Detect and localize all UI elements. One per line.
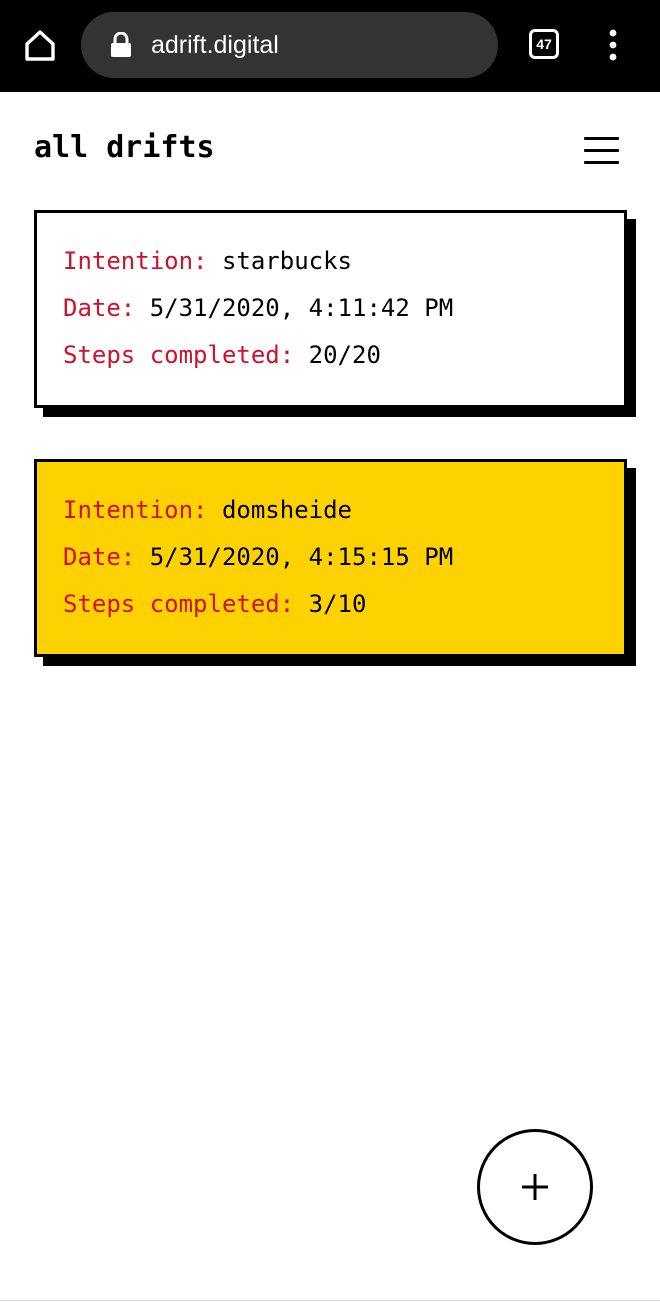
- lock-icon: [111, 32, 131, 57]
- date-value: 5/31/2020, 4:11:42 PM: [149, 294, 454, 322]
- hamburger-line: [584, 161, 619, 164]
- hamburger-line: [584, 149, 619, 152]
- drift-card[interactable]: Intention: domsheide Date: 5/31/2020, 4:…: [34, 459, 627, 657]
- page-title: all drifts: [34, 130, 215, 165]
- address-bar[interactable]: adrift.digital: [81, 12, 498, 78]
- tab-switcher-button[interactable]: 47: [529, 29, 559, 59]
- intention-label: Intention:: [63, 247, 208, 275]
- date-label: Date:: [63, 294, 136, 322]
- plus-icon: [522, 1174, 548, 1200]
- home-button[interactable]: [20, 25, 60, 65]
- steps-value: 3/10: [308, 590, 367, 618]
- steps-row: Steps completed: 3/10: [63, 584, 624, 631]
- drift-card[interactable]: Intention: starbucks Date: 5/31/2020, 4:…: [34, 210, 627, 408]
- steps-label: Steps completed:: [63, 341, 295, 369]
- url-text: adrift.digital: [151, 31, 279, 59]
- date-value: 5/31/2020, 4:15:15 PM: [149, 543, 454, 571]
- menu-button[interactable]: [582, 134, 622, 168]
- intention-row: Intention: starbucks: [63, 241, 624, 288]
- date-row: Date: 5/31/2020, 4:15:15 PM: [63, 537, 624, 584]
- home-icon: [25, 30, 55, 61]
- intention-label: Intention:: [63, 496, 208, 524]
- steps-value: 20/20: [308, 341, 381, 369]
- hamburger-menu-icon: [584, 137, 619, 140]
- add-drift-button[interactable]: [477, 1129, 593, 1245]
- tab-count: 47: [536, 36, 552, 52]
- intention-value: domsheide: [221, 496, 352, 524]
- date-label: Date:: [63, 543, 136, 571]
- steps-label: Steps completed:: [63, 590, 295, 618]
- browser-toolbar: adrift.digital 47: [0, 0, 660, 92]
- steps-row: Steps completed: 20/20: [63, 335, 624, 382]
- intention-value: starbucks: [221, 247, 352, 275]
- divider: [0, 1300, 660, 1301]
- more-options-button[interactable]: [598, 26, 628, 64]
- more-vertical-icon: [609, 29, 617, 61]
- date-row: Date: 5/31/2020, 4:11:42 PM: [63, 288, 624, 335]
- intention-row: Intention: domsheide: [63, 490, 624, 537]
